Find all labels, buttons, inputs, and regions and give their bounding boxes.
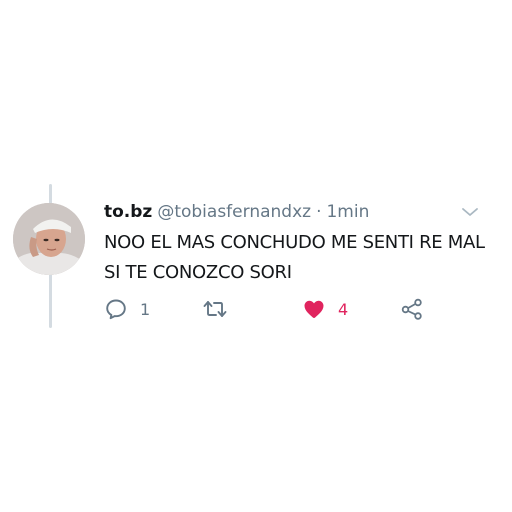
like-button[interactable]: 4 <box>302 294 348 324</box>
avatar[interactable] <box>13 203 85 275</box>
like-count: 4 <box>338 299 349 319</box>
tweet-text: NOO EL MAS CONCHUDO ME SENTI RE MAL SI T… <box>104 232 485 283</box>
reply-button[interactable]: 1 <box>104 294 150 324</box>
tweet-card[interactable]: to.bz @tobiasfernandxz · 1min NOO EL MAS… <box>0 0 512 512</box>
header-separator: · <box>316 202 322 222</box>
retweet-button[interactable] <box>202 294 240 324</box>
share-button[interactable] <box>400 294 424 324</box>
reply-icon <box>106 299 126 320</box>
reply-count: 1 <box>140 299 151 319</box>
tweet-header: to.bz @tobiasfernandxz · 1min <box>104 201 369 223</box>
tweet-actions: 1 4 <box>104 294 444 324</box>
display-name[interactable]: to.bz <box>104 201 152 223</box>
retweet-icon <box>203 301 227 317</box>
more-options-button[interactable] <box>460 204 480 218</box>
timestamp[interactable]: 1min <box>326 201 369 223</box>
avatar-photo-icon <box>13 203 85 275</box>
heart-icon <box>304 300 324 318</box>
share-icon <box>401 298 422 320</box>
chevron-down-icon <box>462 208 478 216</box>
user-handle[interactable]: @tobiasfernandxz <box>157 201 311 223</box>
